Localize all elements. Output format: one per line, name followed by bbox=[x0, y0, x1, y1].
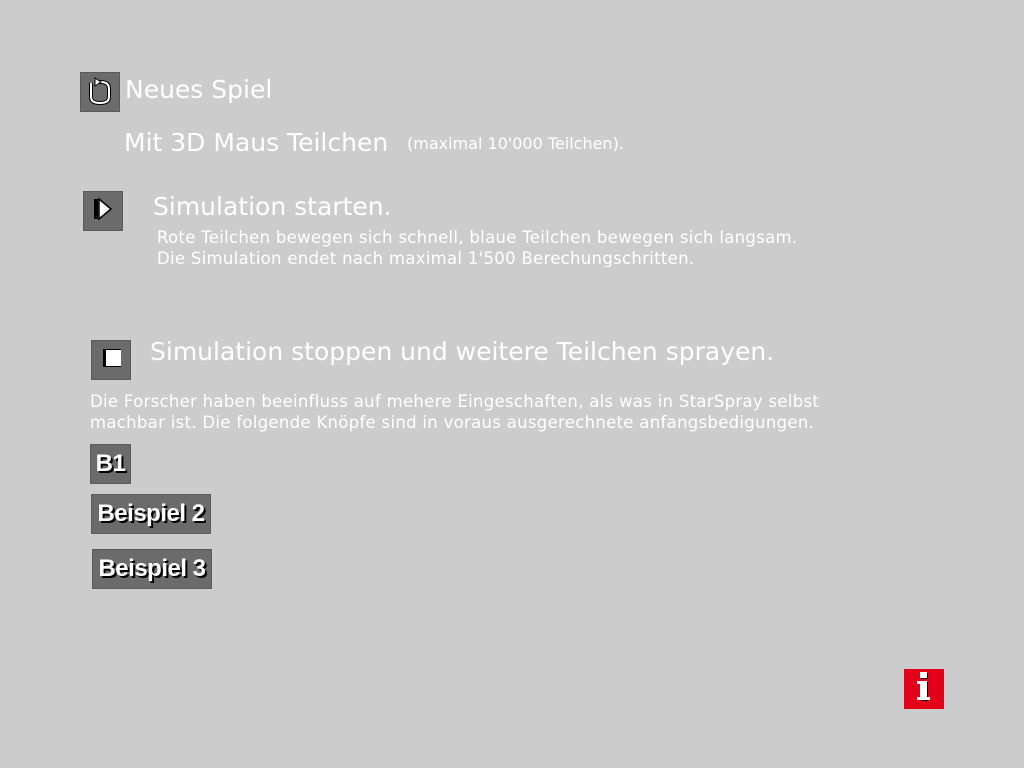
start-simulation-description: Rote Teilchen bewegen sich schnell, blau… bbox=[157, 227, 857, 267]
example-2-button[interactable]: Beispiel 2 bbox=[91, 494, 211, 534]
play-icon bbox=[88, 194, 118, 228]
example-3-button[interactable]: Beispiel 3 bbox=[92, 549, 212, 589]
stop-simulation-button[interactable] bbox=[91, 340, 131, 380]
start-description-line2: Die Simulation endet nach maximal 1'500 … bbox=[157, 249, 695, 267]
info-button[interactable] bbox=[904, 669, 944, 709]
stop-simulation-title: Simulation stoppen und weitere Teilchen … bbox=[150, 337, 775, 366]
research-description-line2: machbar ist. Die folgende Knöpfe sind in… bbox=[90, 413, 815, 432]
start-simulation-title: Simulation starten. bbox=[153, 192, 392, 221]
info-icon bbox=[914, 671, 934, 707]
research-description-line1: Die Forscher haben beeinfluss auf mehere… bbox=[90, 392, 820, 411]
start-description-line1: Rote Teilchen bewegen sich schnell, blau… bbox=[157, 228, 798, 247]
new-game-button[interactable] bbox=[80, 72, 120, 112]
mouse-mode-label[interactable]: Mit 3D Maus Teilchen bbox=[124, 128, 388, 157]
new-game-label[interactable]: Neues Spiel bbox=[125, 75, 272, 104]
research-description: Die Forscher haben beeinfluss auf mehere… bbox=[90, 391, 890, 433]
start-simulation-button[interactable] bbox=[83, 191, 123, 231]
example-1-button[interactable]: B1 bbox=[90, 444, 131, 484]
mouse-mode-note: (maximal 10'000 Teilchen). bbox=[407, 134, 624, 153]
stop-icon bbox=[96, 343, 126, 377]
restart-icon bbox=[82, 72, 118, 112]
